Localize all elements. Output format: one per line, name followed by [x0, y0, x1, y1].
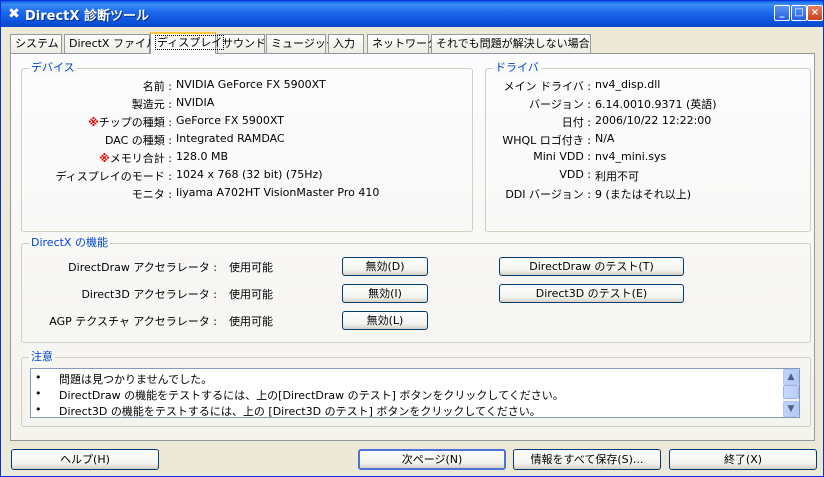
direct3d-accel-status: 使用可能 — [229, 288, 273, 301]
next-page-button[interactable]: 次ページ(N) — [358, 449, 506, 470]
note-text: Direct3D の機能をテストするには、上の [Direct3D のテスト] … — [59, 405, 541, 418]
disable-direct3d-button[interactable]: 無効(I) — [342, 284, 428, 303]
device-chip-type-label: ※チップの種類 : — [21, 114, 172, 130]
tab-sound[interactable]: サウンド — [217, 34, 266, 53]
warning-mark: ※ — [99, 152, 110, 165]
driver-minivdd-value: nv4_mini.sys — [595, 150, 667, 163]
tab-label: システム — [15, 37, 59, 50]
label-text: 名前 : — [142, 80, 172, 93]
device-display-mode-value: 1024 x 768 (32 bit) (75Hz) — [176, 168, 323, 181]
driver-version-label: バージョン : — [529, 98, 591, 111]
direct3d-test-button[interactable]: Direct3D のテスト(E) — [499, 284, 684, 303]
tab-label: ネットワーク — [372, 37, 438, 50]
tab-still-having-problems[interactable]: それでも問題が解決しない場合 — [431, 34, 591, 53]
tab-display[interactable]: ディスプレイ — [150, 32, 225, 54]
tab-label: サウンド — [222, 37, 266, 50]
driver-main-label: メイン ドライバ : — [503, 80, 591, 93]
tab-system[interactable]: システム — [10, 34, 62, 53]
directdraw-accel-label: DirectDraw アクセラレータ : — [68, 261, 217, 274]
device-display-mode-label: ディスプレイのモード : — [21, 168, 172, 184]
directx-diag-window: ✖ DirectX 診断ツール _ □ × システム DirectX ファイル … — [0, 0, 824, 477]
label-text: 製造元 : — [131, 98, 172, 111]
notes-group-title: 注意 — [29, 350, 55, 364]
driver-date-label: 日付 : — [561, 116, 591, 129]
directdraw-accel-status: 使用可能 — [229, 261, 273, 274]
tab-label: それでも問題が解決しない場合 — [436, 37, 590, 50]
driver-main-value: nv4_disp.dll — [595, 78, 661, 91]
title-bar[interactable]: ✖ DirectX 診断ツール _ □ × — [1, 1, 823, 27]
note-text: DirectDraw の機能をテストするには、上の[DirectDraw のテス… — [59, 389, 564, 402]
device-manufacturer-value: NVIDIA — [176, 96, 215, 109]
agp-texture-accel-label: AGP テクスチャ アクセラレータ : — [49, 315, 217, 328]
tab-network[interactable]: ネットワーク — [367, 34, 438, 53]
device-name-label: 名前 : — [21, 78, 172, 94]
directdraw-test-button[interactable]: DirectDraw のテスト(T) — [499, 257, 684, 276]
minimize-button[interactable]: _ — [774, 5, 790, 21]
scroll-up-arrow-icon[interactable]: ▲ — [783, 369, 799, 385]
disable-directdraw-button[interactable]: 無効(D) — [342, 257, 428, 276]
driver-ddi-label: DDI バージョン : — [505, 188, 591, 201]
device-monitor-value: Iiyama A702HT VisionMaster Pro 410 — [176, 186, 380, 199]
device-dac-type-value: Integrated RAMDAC — [176, 132, 285, 145]
label-text: DAC の種類 : — [105, 134, 172, 147]
tab-label: ディスプレイ — [155, 35, 225, 50]
device-chip-type-value: GeForce FX 5900XT — [176, 114, 284, 127]
help-button[interactable]: ヘルプ(H) — [11, 449, 159, 470]
driver-whql-label: WHQL ロゴ付き : — [502, 134, 591, 147]
tab-directx-files[interactable]: DirectX ファイル — [64, 34, 157, 53]
close-button[interactable]: × — [807, 5, 823, 21]
tab-label: ミュージック — [271, 37, 337, 50]
tab-label: DirectX ファイル — [69, 37, 157, 50]
device-dac-type-label: DAC の種類 : — [21, 132, 172, 148]
driver-group-title: ドライバ — [493, 61, 541, 75]
notes-scrollbar[interactable]: ▲ ▼ — [783, 369, 799, 417]
device-group-title: デバイス — [29, 61, 77, 75]
driver-version-value: 6.14.0010.9371 (英語) — [595, 98, 717, 111]
scroll-down-arrow-icon[interactable]: ▼ — [783, 401, 799, 417]
device-monitor-label: モニタ : — [21, 186, 172, 202]
driver-ddi-value: 9 (またはそれ以上) — [595, 188, 692, 201]
maximize-button[interactable]: □ — [791, 5, 807, 21]
window-title: DirectX 診断ツール — [25, 9, 149, 24]
driver-vdd-label: VDD : — [559, 168, 591, 181]
warning-mark: ※ — [88, 116, 99, 129]
save-all-info-button[interactable]: 情報をすべて保存(S)... — [513, 449, 661, 470]
driver-date-value: 2006/10/22 12:22:00 — [595, 114, 712, 127]
notes-listbox[interactable]: • 問題は見つかりませんでした。 • DirectDraw の機能をテストするに… — [30, 368, 800, 418]
device-memory-value: 128.0 MB — [176, 150, 229, 163]
exit-button[interactable]: 終了(X) — [669, 449, 817, 470]
device-manufacturer-label: 製造元 : — [21, 96, 172, 112]
features-group-title: DirectX の機能 — [29, 236, 110, 250]
note-text: 問題は見つかりませんでした。 — [59, 373, 213, 386]
device-name-value: NVIDIA GeForce FX 5900XT — [176, 78, 326, 91]
bullet-icon: • — [35, 387, 42, 400]
direct3d-accel-label: Direct3D アクセラレータ : — [81, 288, 217, 301]
label-text: モニタ : — [131, 188, 172, 201]
tab-music[interactable]: ミュージック — [266, 34, 337, 53]
directx-x-icon: ✖ — [8, 6, 20, 22]
bullet-icon: • — [35, 371, 42, 384]
scroll-thumb[interactable] — [783, 385, 799, 399]
label-text: ディスプレイのモード : — [55, 170, 172, 183]
bullet-icon: • — [35, 403, 42, 416]
label-text: チップの種類 : — [98, 116, 172, 129]
tab-input[interactable]: 入力 — [328, 34, 364, 53]
tab-label: 入力 — [333, 37, 355, 50]
agp-texture-accel-status: 使用可能 — [229, 315, 273, 328]
driver-vdd-value: 利用不可 — [595, 170, 639, 183]
driver-whql-value: N/A — [595, 132, 615, 145]
driver-minivdd-label: Mini VDD : — [533, 150, 591, 163]
label-text: メモリ合計 : — [109, 152, 172, 165]
device-memory-label: ※メモリ合計 : — [21, 150, 172, 166]
disable-agp-button[interactable]: 無効(L) — [342, 311, 428, 330]
